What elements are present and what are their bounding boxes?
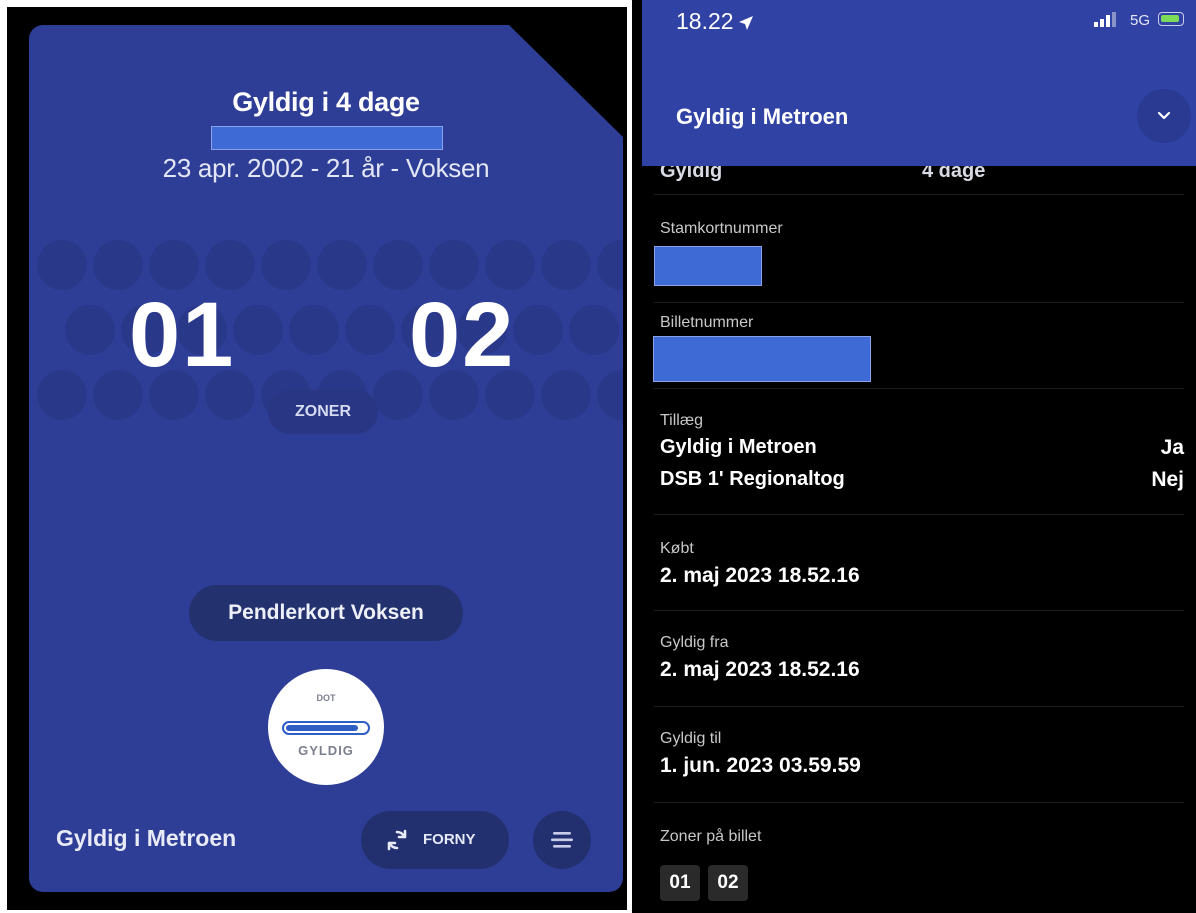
divider <box>654 302 1184 303</box>
divider <box>654 388 1184 389</box>
divider <box>654 194 1184 195</box>
pattern-dot <box>37 240 87 290</box>
gyldig-fra-label: Gyldig fra <box>660 634 729 651</box>
koebt-value: 2. maj 2023 18.52.16 <box>660 564 860 587</box>
pattern-dot <box>289 305 339 355</box>
menu-button[interactable] <box>533 811 591 869</box>
pattern-dot <box>261 240 311 290</box>
gyldig-til-value: 1. jun. 2023 03.59.59 <box>660 754 861 777</box>
zones-label: ZONER <box>268 390 378 434</box>
gyldig-til-label: Gyldig til <box>660 730 722 747</box>
footer-title: Gyldig i Metroen <box>56 825 237 851</box>
pattern-dot <box>317 240 367 290</box>
holder-details: 23 apr. 2002 - 21 år - Voksen <box>162 153 490 183</box>
location-arrow-icon <box>738 15 753 30</box>
badge-top-text: DOT <box>316 693 336 703</box>
chevron-down-icon <box>1157 111 1171 120</box>
redacted-billet <box>653 336 871 382</box>
validity-badge: DOT GYLDIG <box>268 669 384 785</box>
tillaeg-label: Tillæg <box>660 412 703 429</box>
signal-icon <box>1094 12 1116 27</box>
status-time: 18.22 <box>676 8 754 35</box>
pattern-dot <box>65 305 115 355</box>
billet-label: Billetnummer <box>660 314 754 331</box>
pattern-dot <box>513 305 563 355</box>
pattern-dot <box>37 370 87 420</box>
renew-button[interactable]: FORNY <box>361 811 509 869</box>
zone-chip: 01 <box>660 865 700 901</box>
ticket-card: Gyldig i 4 dage 23 apr. 2002 - 21 år - V… <box>29 25 623 892</box>
validity-title: Gyldig i 4 dage <box>232 87 420 117</box>
pattern-dot <box>541 370 591 420</box>
renew-label: FORNY <box>423 831 476 848</box>
redacted-name <box>211 126 443 150</box>
redacted-stamkort <box>654 246 762 286</box>
right-panel: Gyldig 4 dage 18.22 5G Gyldig i Metroen … <box>632 0 1196 913</box>
koebt-label: Købt <box>660 540 694 557</box>
addon-value: Nej <box>1151 468 1184 491</box>
zone-chip: 02 <box>708 865 748 901</box>
zone-to: 02 <box>409 284 516 386</box>
zone-from: 01 <box>129 284 236 386</box>
divider <box>654 610 1184 611</box>
left-panel: Gyldig i 4 dage 23 apr. 2002 - 21 år - V… <box>7 7 627 910</box>
badge-bottom-text: GYLDIG <box>298 743 354 758</box>
network-type: 5G <box>1130 12 1151 29</box>
pattern-dot <box>233 305 283 355</box>
product-pill: Pendlerkort Voksen <box>189 585 463 641</box>
header-title: Gyldig i Metroen <box>676 104 849 129</box>
addon-name: Gyldig i Metroen <box>660 436 817 458</box>
divider <box>654 802 1184 803</box>
addon-name: DSB 1' Regionaltog <box>660 468 845 490</box>
pattern-dot <box>345 305 395 355</box>
addon-value: Ja <box>1160 436 1184 459</box>
details-header: 18.22 5G Gyldig i Metroen <box>642 0 1196 166</box>
refresh-icon <box>387 829 407 851</box>
validity-progress-bar <box>282 721 370 735</box>
validity-progress-fill <box>286 725 358 731</box>
stamkort-label: Stamkortnummer <box>660 220 783 237</box>
divider <box>654 514 1184 515</box>
menu-icon <box>551 832 573 848</box>
gyldig-fra-value: 2. maj 2023 18.52.16 <box>660 658 860 681</box>
pattern-dot <box>569 305 619 355</box>
pattern-dot <box>541 240 591 290</box>
zoner-label: Zoner på billet <box>660 828 762 845</box>
battery-level <box>1161 15 1179 22</box>
divider <box>654 706 1184 707</box>
collapse-button[interactable] <box>1137 89 1191 143</box>
battery-icon <box>1158 12 1184 26</box>
